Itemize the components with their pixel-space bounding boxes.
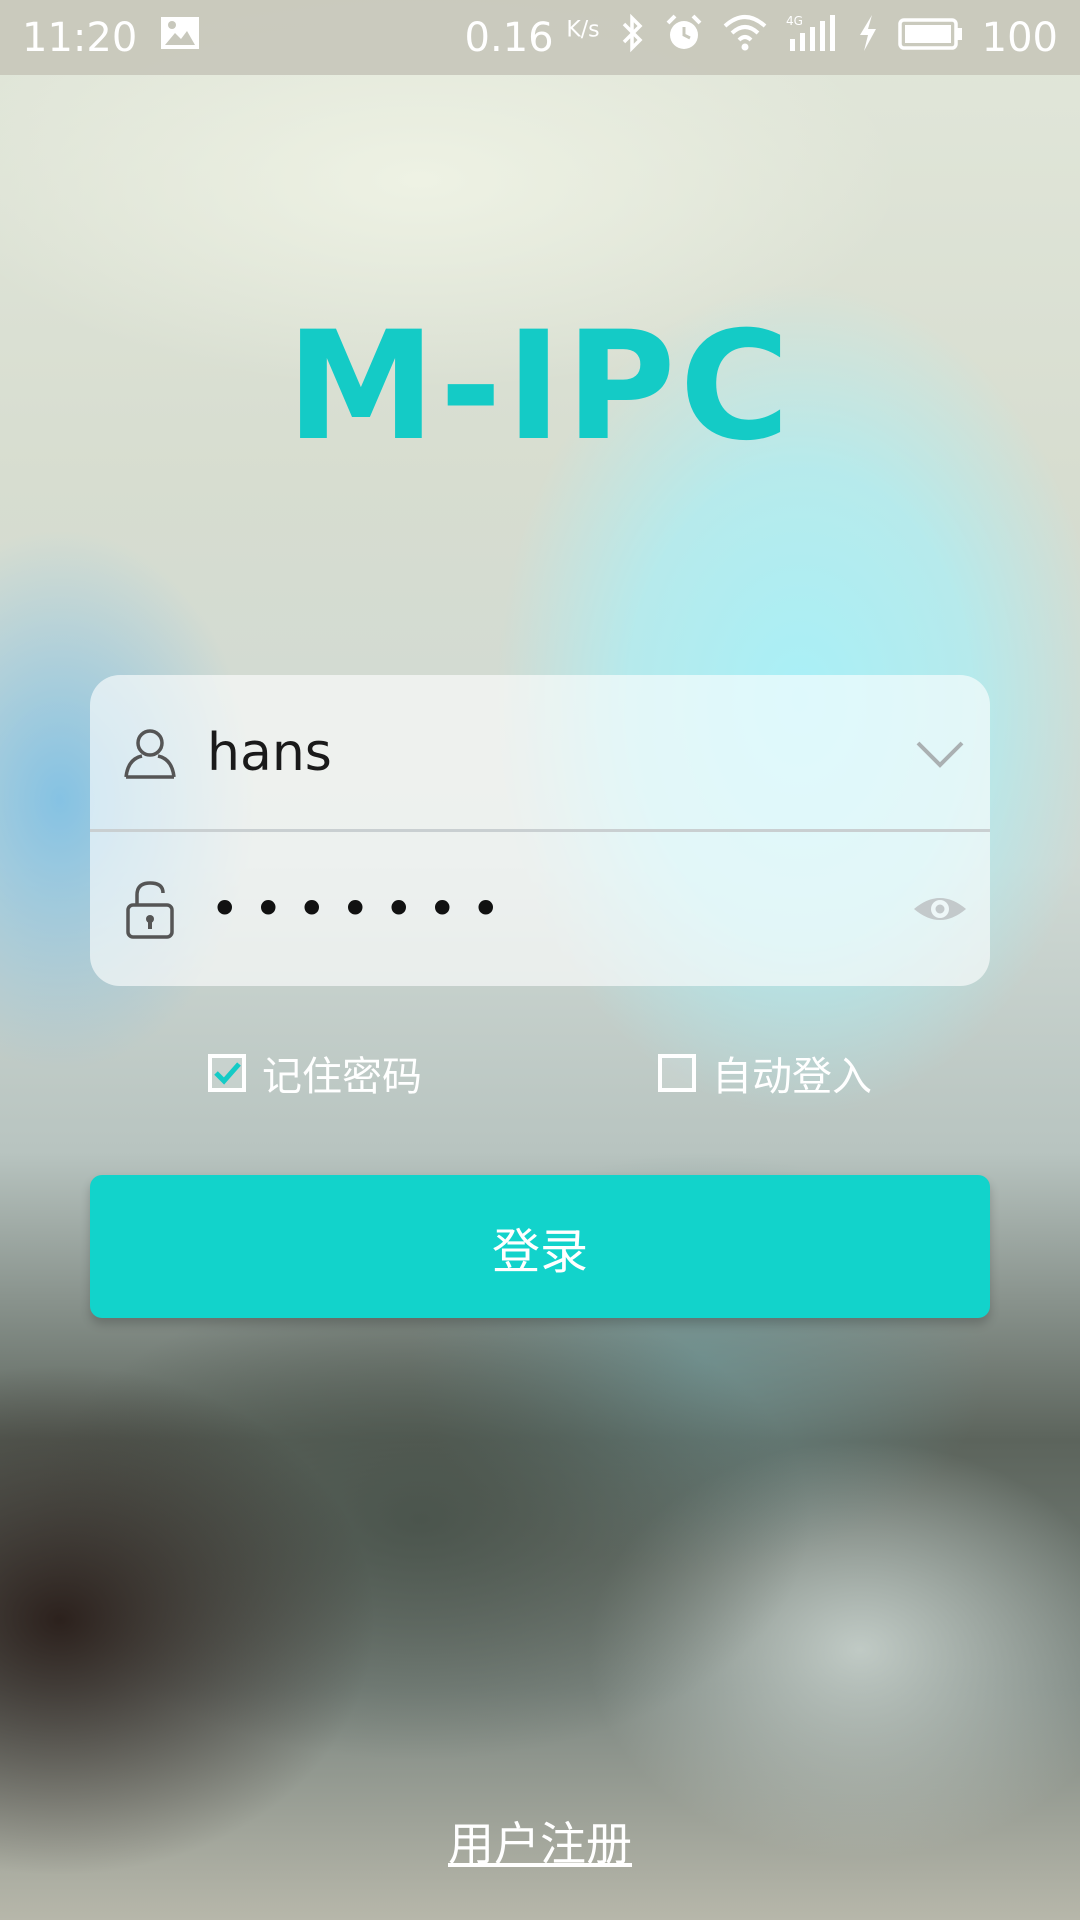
- battery-level: 100: [981, 14, 1058, 61]
- svg-text:4G: 4G: [786, 14, 803, 28]
- password-row[interactable]: •••••••: [90, 831, 990, 986]
- app-logo: M-IPC: [286, 300, 794, 474]
- remember-password-checkbox[interactable]: [208, 1054, 246, 1092]
- net-speed: 0.16 K/s: [464, 14, 600, 61]
- image-icon: [159, 15, 201, 61]
- wifi-icon: [722, 14, 768, 62]
- battery-icon: [897, 15, 964, 61]
- lock-icon: [120, 879, 180, 939]
- status-time: 11:20: [22, 14, 138, 61]
- chevron-down-icon[interactable]: [910, 723, 970, 783]
- auto-login-label: 自动登入: [712, 1054, 872, 1100]
- status-bar: 11:20 0.16 K/s 4G 100: [0, 0, 1080, 75]
- eye-icon[interactable]: [910, 879, 970, 939]
- remember-password-label: 记住密码: [262, 1054, 422, 1100]
- auto-login-checkbox[interactable]: [658, 1054, 696, 1092]
- username-input[interactable]: [205, 711, 870, 794]
- checkmark-icon: [214, 1062, 241, 1085]
- user-icon: [120, 723, 180, 783]
- bluetooth-icon: [618, 13, 646, 63]
- register-link[interactable]: 用户注册: [0, 1808, 1080, 1874]
- login-button[interactable]: 登录: [90, 1175, 990, 1318]
- auto-login-option[interactable]: 自动登入: [658, 1044, 872, 1102]
- signal-icon: 4G: [786, 13, 838, 63]
- remember-password-option[interactable]: 记住密码: [208, 1044, 422, 1102]
- login-form: •••••••: [90, 675, 990, 986]
- charging-icon: [856, 13, 880, 63]
- username-row[interactable]: [90, 675, 990, 830]
- alarm-icon: [664, 13, 704, 63]
- password-input[interactable]: •••••••: [210, 880, 514, 938]
